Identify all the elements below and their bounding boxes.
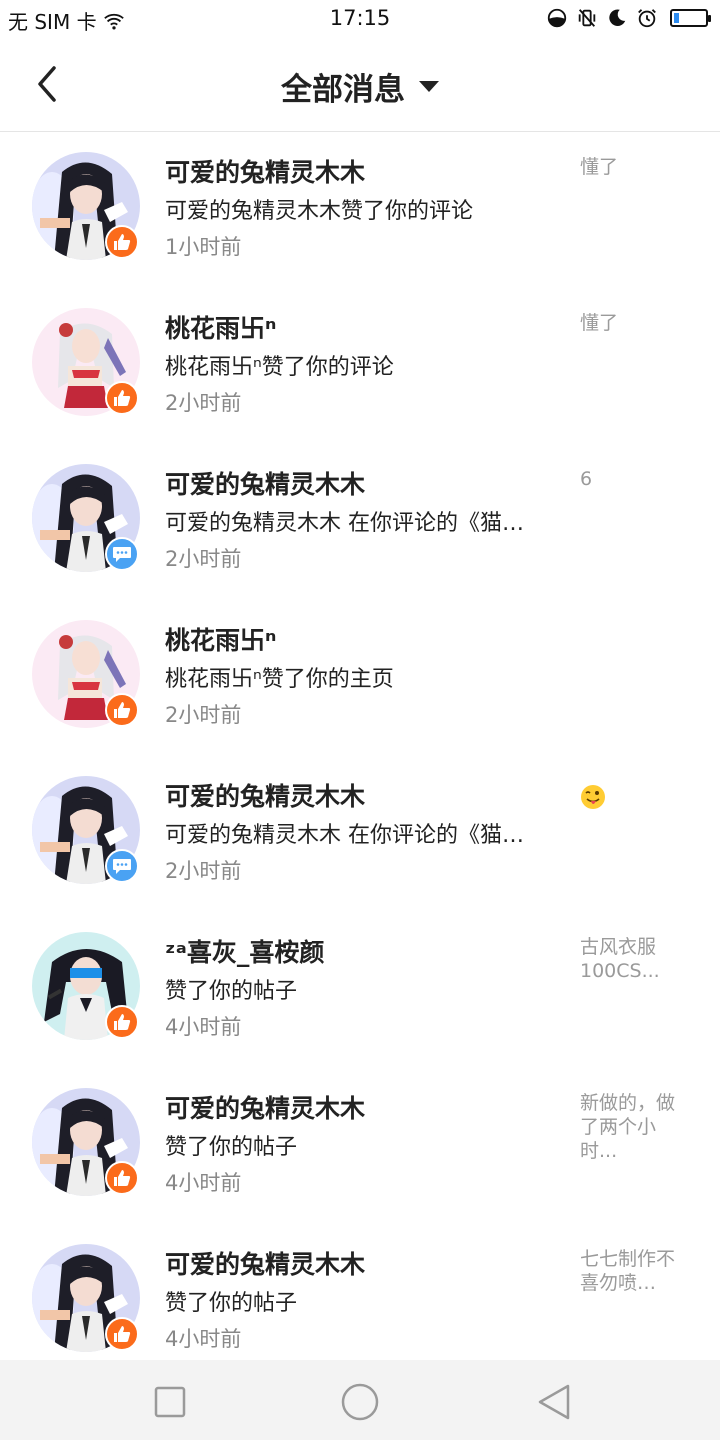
- sender-name[interactable]: 可爱的兔精灵木木: [165, 465, 365, 501]
- navigation-bar: [0, 1360, 720, 1440]
- sender-name[interactable]: 可爱的兔精灵木木: [165, 1245, 365, 1281]
- message-list: 可爱的兔精灵木木 可爱的兔精灵木木赞了你的评论 1小时前 懂了 桃花雨卐ⁿ 桃花雨卐ⁿ赞了…: [0, 133, 720, 1381]
- sender-name[interactable]: 可爱的兔精灵木木: [165, 1089, 365, 1125]
- content-preview[interactable]: 懂了: [580, 311, 690, 335]
- message-item[interactable]: 可爱的兔精灵木木可爱的兔精灵木木赞了你的评论 1小时前 懂了: [0, 133, 720, 289]
- comment-icon: [105, 849, 139, 883]
- thumbs-up-icon: [105, 381, 139, 415]
- timestamp: 4小时前: [165, 1171, 242, 1195]
- thumbs-up-icon: [105, 1317, 139, 1351]
- message-text: 赞了你的帖子: [165, 1291, 298, 1316]
- caret-down-icon: [419, 81, 439, 92]
- message-item[interactable]: 可爱的兔精灵木木赞了你的帖子 4小时前 七七制作不喜勿喷…: [0, 1225, 720, 1381]
- timestamp: 2小时前: [165, 547, 242, 571]
- sender-name[interactable]: 桃花雨卐ⁿ: [165, 621, 276, 657]
- thumbs-up-icon: [105, 1161, 139, 1195]
- thumbs-up-icon: [105, 693, 139, 727]
- home-icon[interactable]: [340, 1382, 380, 1422]
- alarm-icon: [638, 9, 656, 28]
- vibrate-icon: [578, 9, 596, 27]
- back-icon[interactable]: [534, 1382, 574, 1422]
- sender-name[interactable]: ᶻᵃ喜灰_喜桉颜: [165, 933, 324, 969]
- content-preview[interactable]: 6: [580, 467, 690, 491]
- message-item[interactable]: 桃花雨卐ⁿ 桃花雨卐ⁿ赞了你的评论 2小时前 懂了: [0, 289, 720, 445]
- timestamp: 4小时前: [165, 1327, 242, 1351]
- moon-icon: [609, 9, 626, 26]
- content-preview[interactable]: 新做的，做了两个小时...: [580, 1091, 690, 1163]
- message-item[interactable]: 可爱的兔精灵木木可爱的兔精灵木木 在你评论的《猫… 2小时前: [0, 757, 720, 913]
- content-preview[interactable]: 古风衣服100CS...: [580, 935, 690, 983]
- timestamp: 4小时前: [165, 1015, 242, 1039]
- tongue-wink-emoji-icon: [580, 784, 606, 810]
- battery-icon: [670, 9, 711, 27]
- timestamp: 1小时前: [165, 235, 242, 259]
- content-preview[interactable]: 七七制作不喜勿喷…: [580, 1247, 690, 1295]
- thumbs-up-icon: [105, 1005, 139, 1039]
- status-bar: 无 SIM 卡 17:15: [0, 0, 720, 40]
- header: 全部消息: [0, 40, 720, 132]
- sender-name[interactable]: 桃花雨卐ⁿ: [165, 309, 276, 345]
- message-item[interactable]: 可爱的兔精灵木木可爱的兔精灵木木 在你评论的《猫… 2小时前 6: [0, 445, 720, 601]
- message-text: 桃花雨卐ⁿ赞了你的主页: [165, 667, 394, 692]
- sender-name[interactable]: 可爱的兔精灵木木: [165, 777, 365, 813]
- message-text: 赞了你的帖子: [165, 1135, 298, 1160]
- page-title: 全部消息: [281, 72, 405, 108]
- message-text: 可爱的兔精灵木木 在你评论的《猫…: [165, 511, 524, 536]
- content-preview[interactable]: 懂了: [580, 155, 690, 179]
- message-text: 可爱的兔精灵木木 在你评论的《猫…: [165, 823, 524, 848]
- status-right: [546, 7, 711, 29]
- timestamp: 2小时前: [165, 859, 242, 883]
- title-dropdown[interactable]: 全部消息: [0, 64, 720, 109]
- message-item[interactable]: 可爱的兔精灵木木赞了你的帖子 4小时前 新做的，做了两个小时...: [0, 1069, 720, 1225]
- timestamp: 2小时前: [165, 703, 242, 727]
- message-text: 桃花雨卐ⁿ赞了你的评论: [165, 355, 394, 380]
- message-item[interactable]: ᶻᵃ喜灰_喜桉颜赞了你的帖子 4小时前 古风衣服100CS...: [0, 913, 720, 1069]
- data-saver-icon: [547, 8, 567, 28]
- message-text: 可爱的兔精灵木木赞了你的评论: [165, 199, 474, 224]
- message-item[interactable]: 桃花雨卐ⁿ 桃花雨卐ⁿ赞了你的主页 2小时前: [0, 601, 720, 757]
- message-text: 赞了你的帖子: [165, 979, 298, 1004]
- battery-level: [674, 13, 679, 23]
- sender-name[interactable]: 可爱的兔精灵木木: [165, 153, 365, 189]
- timestamp: 2小时前: [165, 391, 242, 415]
- comment-icon: [105, 537, 139, 571]
- thumbs-up-icon: [105, 225, 139, 259]
- recent-apps-icon[interactable]: [150, 1382, 190, 1422]
